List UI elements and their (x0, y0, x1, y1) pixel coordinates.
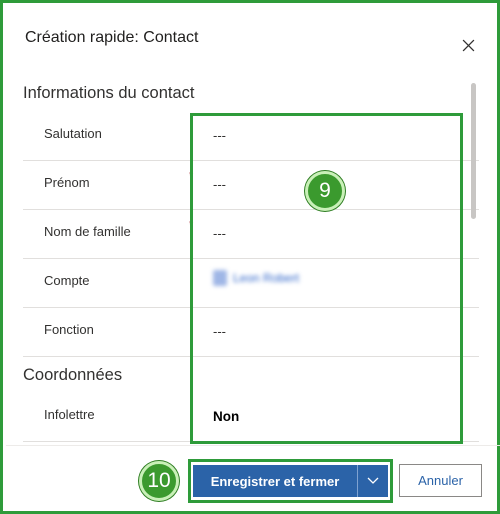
save-and-close-button[interactable]: Enregistrer et fermer (193, 465, 357, 497)
field-label: Nom de famille (44, 224, 131, 239)
footer-divider (6, 445, 500, 446)
field-row-fonction: Fonction --- (23, 308, 479, 357)
annotation-badge: 10 (139, 461, 179, 501)
field-label: Fonction (44, 322, 94, 337)
account-icon (213, 270, 227, 286)
quick-create-dialog: Création rapide: Contact Informations du… (0, 0, 500, 514)
section-title-contact-info: Informations du contact (23, 84, 195, 102)
field-label: Compte (44, 273, 90, 288)
close-button[interactable] (458, 35, 478, 55)
field-row-prenom: Prénom * --- (23, 161, 479, 210)
field-row-salutation: Salutation --- (23, 112, 479, 161)
field-row-nom-de-famille: Nom de famille * --- (23, 210, 479, 259)
section-title-coordinates: Coordonnées (23, 366, 123, 384)
cancel-button[interactable]: Annuler (399, 464, 482, 497)
required-marker: * (189, 170, 194, 182)
close-icon (462, 39, 474, 51)
save-options-button[interactable] (357, 465, 388, 497)
last-name-field[interactable]: --- (213, 226, 226, 241)
first-name-field[interactable]: --- (213, 177, 226, 192)
annotation-highlight-save: Enregistrer et fermer (188, 459, 393, 503)
field-label: Prénom (44, 175, 90, 190)
account-lookup-value[interactable]: Leon Robert (233, 271, 299, 285)
required-marker: * (189, 219, 194, 231)
dialog-title: Création rapide: Contact (25, 29, 199, 46)
field-row-compte: Compte Leon Robert (23, 259, 479, 308)
salutation-field[interactable]: --- (213, 128, 226, 143)
chevron-down-icon (367, 477, 379, 484)
job-title-field[interactable]: --- (213, 324, 226, 339)
field-label: Infolettre (44, 407, 95, 422)
newsletter-field[interactable]: Non (213, 409, 239, 424)
scrollbar[interactable] (471, 83, 476, 219)
annotation-badge: 9 (305, 171, 345, 211)
field-row-infolettre: Infolettre Non (23, 393, 479, 442)
field-label: Salutation (44, 126, 102, 141)
account-lookup-field[interactable]: Leon Robert (213, 270, 299, 286)
